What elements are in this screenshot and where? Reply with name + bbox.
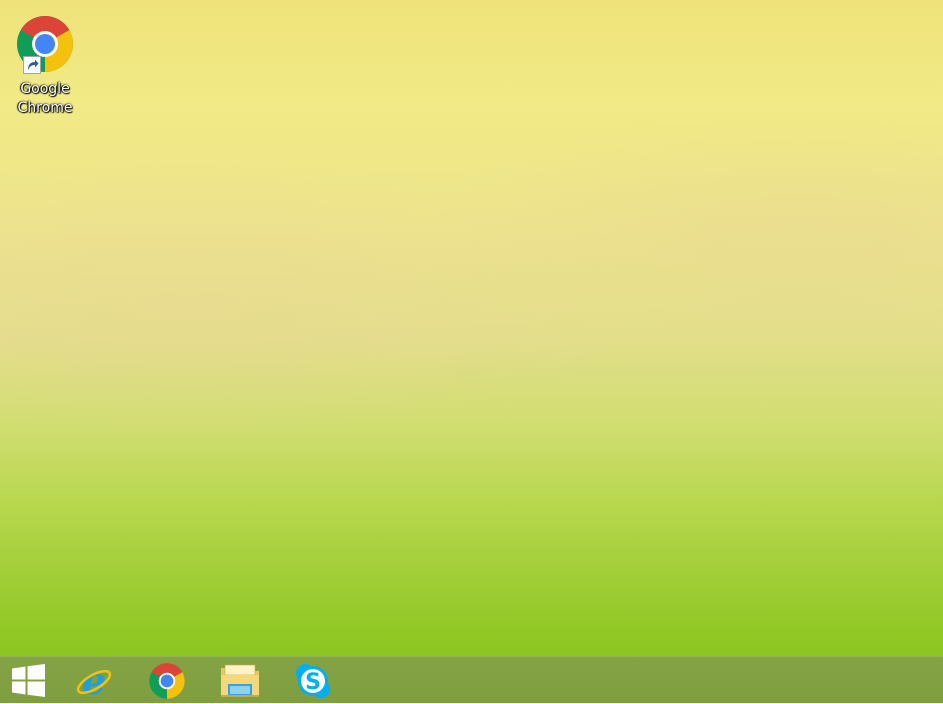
internet-explorer-icon: e [76, 661, 112, 701]
taskbar-skype-button[interactable]: S [277, 657, 349, 704]
taskbar: e S [0, 656, 943, 703]
start-button[interactable] [0, 657, 56, 704]
taskbar-file-explorer-button[interactable] [204, 657, 276, 704]
chrome-icon [15, 14, 75, 74]
windows-logo-icon [11, 664, 45, 697]
svg-text:S: S [305, 670, 321, 695]
chrome-icon [149, 662, 185, 699]
desktop-shortcut-google-chrome[interactable]: Google Chrome [7, 14, 83, 118]
skype-icon: S [296, 663, 330, 698]
desktop[interactable]: Google Chrome [0, 0, 943, 656]
desktop-icon-label: Google Chrome [17, 81, 73, 116]
shortcut-arrow-icon [23, 56, 41, 74]
taskbar-chrome-button[interactable] [131, 657, 203, 704]
svg-text:e: e [82, 661, 106, 701]
taskbar-internet-explorer-button[interactable]: e [58, 657, 130, 704]
file-explorer-icon [221, 664, 259, 697]
